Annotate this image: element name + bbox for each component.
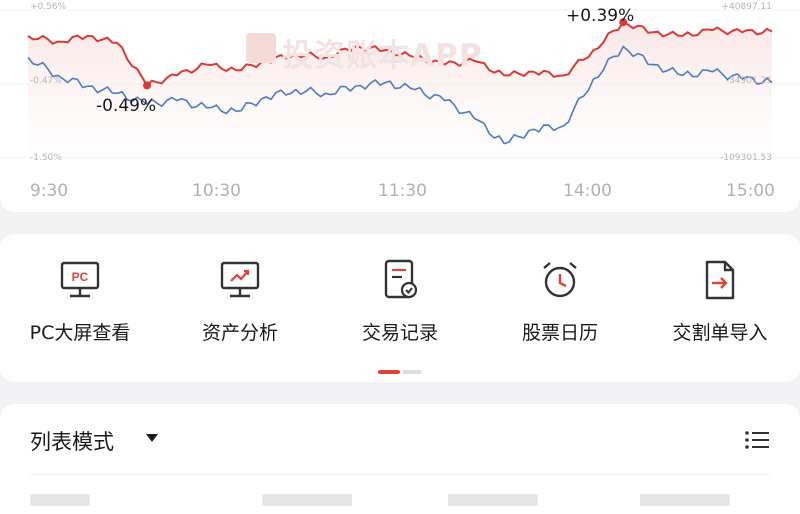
list-mode-selector[interactable]: 列表模式 bbox=[30, 426, 114, 456]
watermark-logo-icon bbox=[246, 33, 276, 63]
svg-text:PC: PC bbox=[72, 270, 89, 284]
low-label: -0.49% bbox=[96, 96, 157, 116]
left-axis-top: +0.56% bbox=[30, 2, 67, 12]
import-file-icon bbox=[705, 260, 735, 300]
document-check-icon bbox=[384, 259, 418, 299]
trend-monitor-icon bbox=[220, 261, 260, 298]
list-header-placeholder bbox=[448, 494, 538, 506]
stock-calendar-button[interactable]: 股票日历 bbox=[480, 258, 640, 358]
right-axis-bottom: -109301.53 bbox=[720, 153, 772, 163]
left-axis-mid: -0.47% bbox=[30, 76, 62, 86]
time-label: 9:30 bbox=[30, 181, 69, 201]
pc-view-button[interactable]: PC PC大屏查看 bbox=[0, 258, 160, 358]
pc-monitor-icon: PC bbox=[60, 261, 100, 298]
time-label: 15:00 bbox=[726, 181, 775, 201]
delivery-import-label: 交割单导入 bbox=[672, 322, 768, 344]
list-divider bbox=[30, 474, 770, 475]
tools-card: PC PC大屏查看 资产分析 交易记录 股票日历 交割单导入 bbox=[0, 234, 800, 382]
caret-down-icon[interactable] bbox=[146, 434, 158, 442]
list-header-placeholder bbox=[640, 494, 730, 506]
list-header-placeholder bbox=[262, 494, 352, 506]
right-axis-mid: -34901.21 bbox=[725, 76, 772, 86]
holdings-list-card: 列表模式 bbox=[0, 404, 800, 514]
intraday-chart-card: 投资账本APP +0.56% -0.47% -1.50% +40897.11 -… bbox=[0, 0, 800, 212]
delivery-import-button[interactable]: 交割单导入 bbox=[640, 258, 800, 358]
time-label: 11:30 bbox=[378, 181, 427, 201]
page-indicator-active bbox=[378, 370, 400, 374]
list-header-placeholder bbox=[30, 494, 90, 506]
list-menu-icon[interactable] bbox=[742, 428, 772, 452]
left-axis-bottom: -1.50% bbox=[30, 153, 62, 163]
asset-analysis-label: 资产分析 bbox=[201, 322, 278, 344]
asset-analysis-button[interactable]: 资产分析 bbox=[160, 258, 320, 358]
trade-records-button[interactable]: 交易记录 bbox=[320, 258, 480, 358]
watermark-text: 投资账本APP bbox=[282, 38, 483, 74]
alarm-clock-icon bbox=[543, 262, 577, 298]
high-label: +0.39% bbox=[566, 6, 635, 26]
low-point-marker bbox=[143, 81, 152, 90]
page-indicator-inactive bbox=[402, 370, 422, 374]
time-label: 14:00 bbox=[563, 181, 612, 201]
time-label: 10:30 bbox=[192, 181, 241, 201]
trade-records-label: 交易记录 bbox=[361, 322, 438, 344]
right-axis-top: +40897.11 bbox=[721, 2, 772, 12]
stock-calendar-label: 股票日历 bbox=[521, 322, 598, 344]
pc-view-label: PC大屏查看 bbox=[29, 322, 131, 344]
